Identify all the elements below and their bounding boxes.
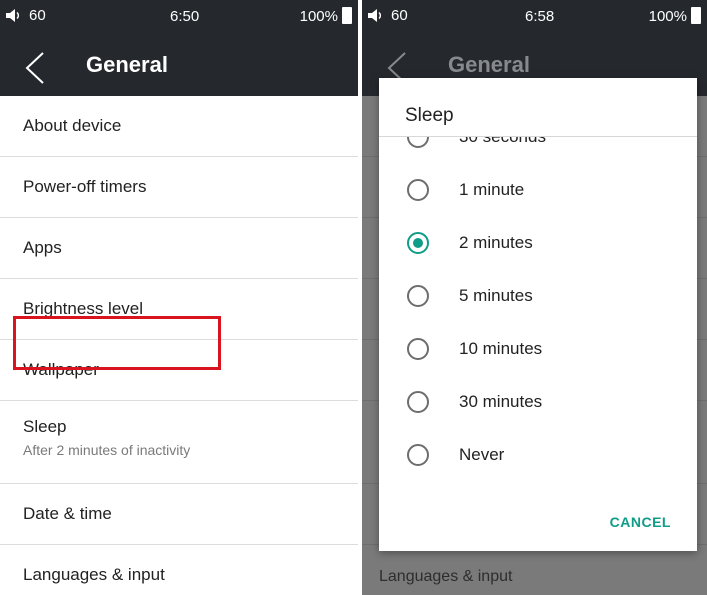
dialog-title: Sleep: [405, 105, 454, 126]
option-never[interactable]: Never: [379, 430, 697, 473]
settings-item-label: Languages & input: [23, 565, 165, 584]
option-10-minutes[interactable]: 10 minutes: [379, 324, 697, 377]
settings-item-about-device[interactable]: About device: [0, 96, 358, 157]
settings-item-power-off-timers[interactable]: Power-off timers: [0, 157, 358, 218]
radio-button[interactable]: [407, 137, 429, 148]
volume-level: 60: [29, 7, 46, 24]
settings-item-date-time[interactable]: Date & time: [0, 484, 358, 545]
option-label: 2 minutes: [459, 233, 533, 252]
highlight-box: [13, 316, 221, 370]
status-bar: 60 6:50 100%: [0, 0, 358, 32]
status-bar: 60 6:58 100%: [362, 0, 707, 32]
option-30-minutes[interactable]: 30 minutes: [379, 377, 697, 430]
sleep-dialog-screen: 60 6:58 100% General Languages & input S…: [362, 0, 707, 595]
page-title: General: [86, 52, 168, 77]
back-arrow-icon[interactable]: [24, 52, 46, 84]
settings-item-label: About device: [23, 116, 122, 135]
speaker-icon: [6, 9, 19, 22]
app-bar: General: [0, 32, 358, 96]
status-time: 6:50: [170, 8, 200, 25]
battery-indicator: 100%: [648, 7, 701, 25]
option-label: 10 minutes: [459, 339, 543, 358]
settings-item-summary: After 2 minutes of inactivity: [23, 442, 191, 458]
settings-item-label: Power-off timers: [23, 177, 147, 196]
option-5-minutes[interactable]: 5 minutes: [379, 271, 697, 324]
radio-button[interactable]: [407, 179, 429, 201]
radio-button[interactable]: [407, 391, 429, 413]
speaker-icon: [368, 9, 381, 22]
radio-button[interactable]: [407, 444, 429, 466]
radio-button[interactable]: [407, 338, 429, 360]
general-settings-screen: 60 6:50 100% General About device Power-…: [0, 0, 358, 595]
settings-item-sleep[interactable]: Sleep After 2 minutes of inactivity: [0, 401, 358, 484]
radio-button[interactable]: [407, 285, 429, 307]
settings-item-label: Date & time: [23, 504, 112, 523]
volume-level: 60: [391, 7, 408, 24]
option-2-minutes[interactable]: 2 minutes: [379, 218, 697, 271]
sleep-options-list: 30 seconds 1 minute 2 minutes 5 minutes …: [379, 137, 697, 473]
status-time: 6:58: [525, 8, 555, 25]
settings-item-label: Sleep: [23, 417, 67, 436]
battery-indicator: 100%: [299, 7, 352, 25]
battery-level: 100%: [648, 8, 687, 25]
option-1-minute[interactable]: 1 minute: [379, 165, 697, 218]
option-label: 5 minutes: [459, 286, 533, 305]
cancel-button[interactable]: CANCEL: [610, 514, 671, 530]
radio-button-selected[interactable]: [407, 232, 429, 254]
volume-indicator: 60: [368, 7, 408, 24]
settings-item-label: Apps: [23, 238, 62, 257]
battery-icon: [691, 7, 701, 24]
battery-level: 100%: [299, 8, 338, 25]
settings-item-languages-input[interactable]: Languages & input: [0, 545, 358, 595]
option-label: Never: [459, 445, 505, 464]
sleep-dialog: Sleep 30 seconds 1 minute 2 minutes 5 mi…: [379, 78, 697, 551]
page-title: General: [448, 52, 530, 77]
background-item-label: Languages & input: [379, 568, 513, 585]
volume-indicator: 60: [6, 7, 46, 24]
option-label: 30 minutes: [459, 392, 543, 411]
battery-icon: [342, 7, 352, 24]
option-label: 30 seconds: [459, 137, 546, 147]
option-30-seconds[interactable]: 30 seconds: [379, 137, 697, 165]
option-label: 1 minute: [459, 180, 525, 199]
settings-item-apps[interactable]: Apps: [0, 218, 358, 279]
